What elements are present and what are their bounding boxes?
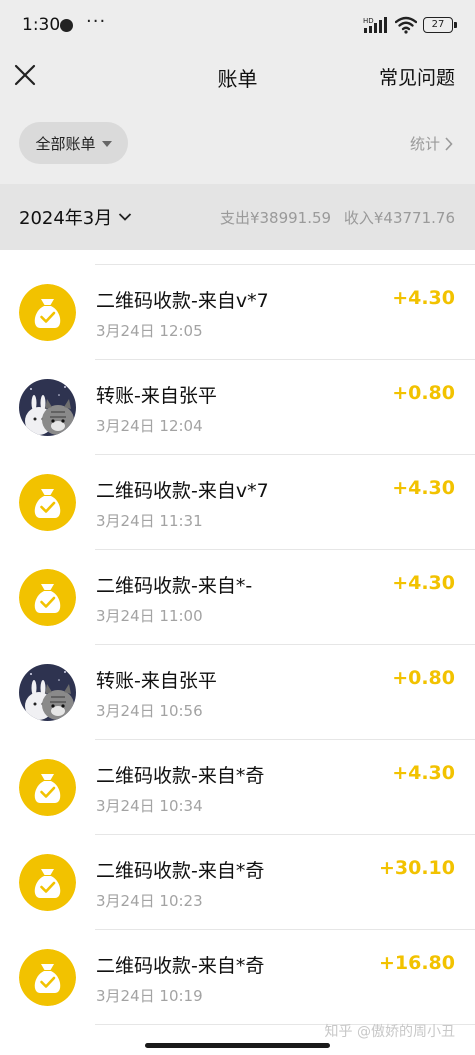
- transaction-amount: +0.80: [392, 667, 455, 689]
- home-indicator[interactable]: [145, 1043, 330, 1048]
- transaction-time: 3月24日 10:23: [96, 892, 203, 910]
- chevron-down-icon: [119, 213, 132, 221]
- transaction-time: 3月24日 11:00: [96, 607, 203, 625]
- faq-link[interactable]: 常见问题: [379, 63, 455, 90]
- month-label: 2024年3月: [19, 208, 113, 229]
- money-bag-icon: [19, 759, 76, 816]
- transaction-title: 转账-来自张平: [96, 385, 217, 407]
- cellular-signal-icon: HD: [363, 17, 387, 33]
- notification-dot-icon: [60, 19, 73, 32]
- money-bag-icon: [19, 284, 76, 341]
- transaction-avatar: [19, 379, 76, 436]
- month-header: 2024年3月 支出¥38991.59 收入¥43771.76: [0, 184, 475, 250]
- transaction-avatar: [19, 664, 76, 721]
- money-bag-icon: [19, 949, 76, 1006]
- transaction-amount: +30.10: [378, 857, 455, 879]
- expense-total: 支出¥38991.59: [219, 209, 332, 227]
- nav-bar: 账单 常见问题: [0, 52, 475, 100]
- filter-bar: 全部账单 统计: [0, 100, 475, 184]
- transaction-title: 转账-来自张平: [96, 670, 217, 692]
- transaction-title: 二维码收款-来自*奇: [96, 765, 265, 787]
- transaction-amount: +0.80: [392, 382, 455, 404]
- income-total: 收入¥43771.76: [343, 209, 455, 227]
- stats-link[interactable]: 统计: [410, 133, 453, 154]
- transaction-amount: +4.30: [392, 287, 455, 309]
- transaction-time: 3月24日 10:56: [96, 702, 203, 720]
- cartoon-avatar: [19, 379, 76, 436]
- money-bag-icon: [19, 569, 76, 626]
- transaction-title: 二维码收款-来自*-: [96, 575, 253, 597]
- watermark: 知乎 @傲娇的周小丑: [324, 1024, 455, 1040]
- transaction-time: 3月24日 11:31: [96, 512, 203, 530]
- money-bag-icon: [19, 474, 76, 531]
- battery-icon: 27: [423, 17, 457, 33]
- transaction-row[interactable]: 转账-来自张平 3月24日 12:04 +0.80: [0, 360, 475, 455]
- transaction-amount: +16.80: [378, 952, 455, 974]
- transaction-avatar: [19, 854, 76, 911]
- transaction-amount: +4.30: [392, 762, 455, 784]
- transaction-row[interactable]: 二维码收款-来自v*7 3月24日 11:31 +4.30: [0, 455, 475, 550]
- chevron-right-icon: [445, 136, 453, 151]
- transaction-avatar: [19, 569, 76, 626]
- transaction-title: 二维码收款-来自v*7: [96, 290, 269, 312]
- wifi-icon: [395, 16, 417, 34]
- transaction-time: 3月24日 12:04: [96, 417, 203, 435]
- transaction-row[interactable]: 二维码收款-来自*- 3月24日 11:00 +4.30: [0, 550, 475, 645]
- transaction-row[interactable]: 二维码收款-来自v*7 3月24日 12:05 +4.30: [0, 265, 475, 360]
- transaction-title: 二维码收款-来自*奇: [96, 955, 265, 977]
- transaction-row[interactable]: 二维码收款-来自*奇 3月24日 10:19 +16.80: [0, 930, 475, 1025]
- transaction-row[interactable]: 二维码收款-来自*奇 3月24日 10:34 +4.30: [0, 740, 475, 835]
- network-type-label: HD: [363, 17, 374, 25]
- transaction-avatar: [19, 949, 76, 1006]
- status-indicators: HD 27: [363, 15, 457, 35]
- stats-label: 统计: [409, 135, 440, 153]
- money-bag-icon: [19, 854, 76, 911]
- month-picker[interactable]: 2024年3月: [19, 204, 132, 230]
- status-bar: 1:30 ··· HD 27: [0, 0, 475, 52]
- transaction-title: 二维码收款-来自v*7: [96, 480, 269, 502]
- transaction-list: 二维码收款-来自v*7 3月24日 12:05 +4.30 转账-来自张平 3月24日…: [0, 250, 475, 1035]
- transaction-time: 3月24日 12:05: [96, 322, 203, 340]
- transaction-avatar: [19, 284, 76, 341]
- status-more-icon: ···: [86, 11, 107, 32]
- transaction-amount: +4.30: [392, 572, 455, 594]
- month-summary: 支出¥38991.59 收入¥43771.76: [220, 207, 455, 228]
- transaction-avatar: [19, 759, 76, 816]
- transaction-amount: +4.30: [392, 477, 455, 499]
- caret-down-icon: [101, 141, 112, 147]
- status-time: 1:30: [22, 15, 61, 35]
- cartoon-avatar: [19, 664, 76, 721]
- close-icon[interactable]: [12, 62, 38, 88]
- transaction-row[interactable]: 转账-来自张平 3月24日 10:56 +0.80: [0, 645, 475, 740]
- transaction-title: 二维码收款-来自*奇: [96, 860, 265, 882]
- all-bills-label: 全部账单: [35, 134, 96, 153]
- transaction-time: 3月24日 10:34: [96, 797, 203, 815]
- all-bills-filter-button[interactable]: 全部账单: [19, 122, 128, 164]
- transaction-time: 3月24日 10:19: [96, 987, 203, 1005]
- transaction-row[interactable]: 二维码收款-来自*奇 3月24日 10:23 +30.10: [0, 835, 475, 930]
- transaction-avatar: [19, 474, 76, 531]
